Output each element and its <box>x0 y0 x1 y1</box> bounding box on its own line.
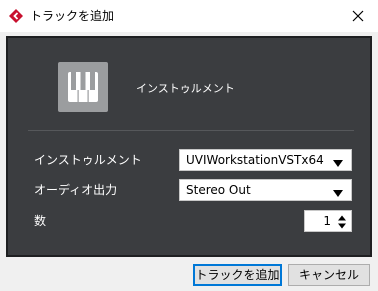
instrument-label: インストゥルメント <box>34 153 142 167</box>
dropdown-arrow-icon <box>333 184 343 197</box>
count-stepper[interactable]: 1 <box>304 210 352 232</box>
title-bar: トラックを追加 <box>0 0 378 32</box>
count-label: 数 <box>34 214 47 228</box>
close-button[interactable] <box>338 0 378 32</box>
cubase-logo-icon <box>8 8 24 24</box>
settings-panel: インストゥルメント インストゥルメント UVIWorkstationVSTx64… <box>6 36 372 257</box>
dropdown-arrow-icon <box>333 154 343 167</box>
close-icon <box>352 7 364 26</box>
window-title: トラックを追加 <box>30 9 115 23</box>
instrument-select[interactable]: UVIWorkstationVSTx64 <box>179 149 352 171</box>
count-value: 1 <box>323 214 331 228</box>
audio-output-select-value: Stereo Out <box>186 183 251 197</box>
piano-keys-icon <box>58 62 108 112</box>
divider <box>28 130 354 131</box>
instrument-heading: インストゥルメント <box>136 82 235 95</box>
add-track-button[interactable]: トラックを追加 <box>193 264 282 286</box>
audio-output-select[interactable]: Stereo Out <box>179 179 352 201</box>
audio-output-label: オーディオ出力 <box>34 183 118 197</box>
stepper-arrows-icon[interactable] <box>337 214 347 230</box>
instrument-select-value: UVIWorkstationVSTx64 <box>186 153 324 167</box>
cancel-button[interactable]: キャンセル <box>288 264 370 286</box>
